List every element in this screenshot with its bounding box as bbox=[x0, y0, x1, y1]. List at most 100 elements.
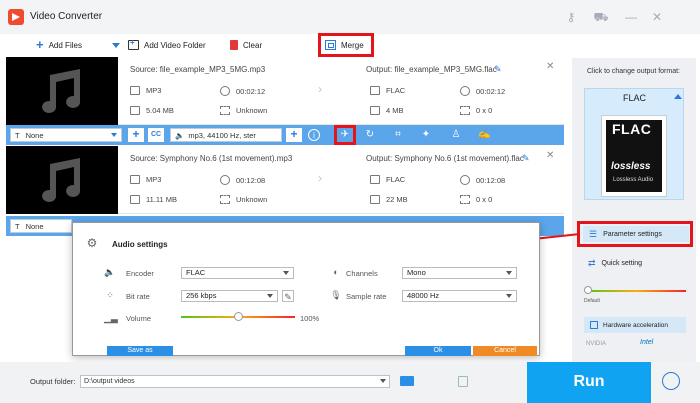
close-icon[interactable]: ✕ bbox=[648, 8, 666, 26]
samplerate-select[interactable]: 48000 Hz bbox=[402, 290, 517, 302]
text-icon: T bbox=[15, 221, 20, 231]
clock-icon bbox=[220, 175, 230, 185]
output-resolution: 0 x 0 bbox=[460, 195, 492, 204]
parameter-settings-button[interactable]: ☰ Parameter settings bbox=[583, 226, 689, 242]
watermark-icon[interactable]: ♙ bbox=[450, 129, 462, 141]
resolution-icon bbox=[220, 195, 230, 204]
add-files-button[interactable]: + Add Files bbox=[36, 38, 82, 52]
open-folder-icon[interactable] bbox=[458, 376, 468, 387]
crop-icon[interactable]: ⌗ bbox=[392, 129, 404, 141]
source-duration: 00:02:12 bbox=[220, 86, 265, 96]
subtitle-edit-icon[interactable]: ✍ bbox=[478, 129, 490, 141]
source-resolution: Unknown bbox=[220, 195, 267, 204]
remove-file-icon[interactable]: ✕ bbox=[546, 150, 554, 161]
browse-folder-icon[interactable] bbox=[400, 376, 414, 386]
intel-badge: Intel bbox=[640, 339, 654, 346]
info-icon[interactable]: i bbox=[308, 129, 320, 141]
plus-icon: + bbox=[36, 37, 44, 52]
app-logo-icon bbox=[8, 9, 24, 25]
ok-button[interactable]: Ok bbox=[405, 346, 471, 356]
add-folder-icon bbox=[128, 38, 139, 50]
minimize-icon[interactable]: — bbox=[622, 8, 640, 26]
volume-slider-thumb[interactable] bbox=[234, 312, 243, 321]
add-audio-button[interactable]: + bbox=[286, 128, 302, 142]
run-button[interactable]: Run bbox=[527, 362, 651, 403]
channels-icon: ◐ bbox=[333, 267, 339, 277]
quick-setting-button[interactable]: ⇄ Quick setting bbox=[588, 258, 642, 269]
samplerate-label: Sample rate bbox=[346, 292, 387, 301]
merge-label: Merge bbox=[341, 40, 364, 50]
edit-name-icon[interactable]: ✎ bbox=[522, 153, 530, 164]
encoder-label: Encoder bbox=[126, 269, 154, 278]
merge-icon bbox=[325, 40, 336, 50]
audio-track-value: mp3, 44100 Hz, ster bbox=[188, 130, 256, 140]
key-icon[interactable]: ⚷ bbox=[562, 8, 580, 26]
quality-slider-track[interactable] bbox=[586, 290, 686, 292]
file-item[interactable]: Source: file_example_MP3_5MG.mp3 MP3 00:… bbox=[6, 57, 564, 125]
resolution-icon bbox=[220, 106, 230, 115]
subtitle-value: None bbox=[25, 221, 44, 231]
clear-button[interactable]: Clear bbox=[230, 38, 262, 52]
bitrate-icon: ⁘ bbox=[106, 290, 114, 300]
subtitle-select[interactable]: T None bbox=[10, 219, 72, 233]
hardware-acceleration-label: Hardware acceleration bbox=[603, 321, 669, 329]
add-subtitle-button[interactable]: + bbox=[128, 128, 144, 142]
file-format-icon bbox=[370, 86, 380, 95]
nvidia-badge: NVIDIA bbox=[586, 341, 607, 347]
window-title: Video Converter bbox=[30, 11, 103, 22]
add-files-dropdown[interactable] bbox=[112, 38, 120, 52]
alarm-clock-icon[interactable] bbox=[662, 372, 680, 390]
caret-down-icon bbox=[112, 42, 120, 48]
source-resolution: Unknown bbox=[220, 106, 267, 115]
encoder-value: FLAC bbox=[186, 268, 206, 277]
file-item[interactable]: Source: Symphony No.6 (1st movement).mp3… bbox=[6, 146, 564, 214]
quick-setting-label: Quick setting bbox=[601, 260, 643, 267]
source-duration: 00:12:08 bbox=[220, 175, 265, 185]
resolution-icon bbox=[460, 106, 470, 115]
quality-slider-thumb[interactable] bbox=[584, 286, 592, 294]
chip-icon bbox=[590, 321, 598, 329]
format-hint: Click to change output format: bbox=[587, 68, 680, 75]
audio-track-select[interactable]: 🔈 mp3, 44100 Hz, ster bbox=[170, 128, 282, 142]
bitrate-select[interactable]: 256 kbps bbox=[181, 290, 278, 302]
volume-value: 100% bbox=[300, 314, 320, 323]
parameter-settings-label: Parameter settings bbox=[603, 230, 662, 238]
chevron-down-icon bbox=[111, 133, 117, 137]
rotate-icon[interactable]: ↻ bbox=[364, 129, 376, 141]
subtitle-select[interactable]: T None bbox=[10, 128, 122, 142]
output-folder-value: D:\output videos bbox=[84, 378, 135, 385]
merge-button[interactable]: Merge bbox=[325, 38, 364, 52]
channels-select[interactable]: Mono bbox=[402, 267, 517, 279]
cart-icon[interactable]: ⛟ bbox=[592, 8, 610, 26]
save-as-button[interactable]: Save as bbox=[107, 346, 173, 356]
cc-button[interactable]: CC bbox=[148, 128, 164, 142]
source-name: Source: file_example_MP3_5MG.mp3 bbox=[130, 65, 266, 74]
output-resolution: 0 x 0 bbox=[460, 106, 492, 115]
format-name: FLAC bbox=[623, 93, 647, 103]
microphone-icon: 🎙 bbox=[330, 290, 342, 300]
cancel-button[interactable]: Cancel bbox=[473, 346, 537, 356]
remove-file-icon[interactable]: ✕ bbox=[546, 61, 554, 72]
flac-logo-text: FLAC bbox=[612, 121, 652, 137]
text-icon: T bbox=[15, 130, 20, 140]
folder-icon bbox=[130, 106, 140, 115]
source-name: Source: Symphony No.6 (1st movement).mp3 bbox=[130, 154, 293, 163]
encoder-select[interactable]: FLAC bbox=[181, 267, 294, 279]
hardware-acceleration-toggle[interactable]: Hardware acceleration bbox=[584, 317, 686, 333]
sliders-icon: ☰ bbox=[589, 228, 598, 239]
edit-bitrate-icon[interactable]: ✎ bbox=[282, 290, 294, 302]
output-format: FLAC bbox=[370, 175, 405, 184]
output-folder-input[interactable]: D:\output videos bbox=[80, 375, 390, 388]
channels-value: Mono bbox=[407, 268, 426, 277]
add-video-folder-label: Add Video Folder bbox=[144, 40, 206, 50]
music-note-icon bbox=[42, 158, 81, 202]
add-video-folder-button[interactable]: Add Video Folder bbox=[128, 38, 206, 52]
effects-icon[interactable]: ✦ bbox=[420, 129, 432, 141]
dialog-title: Audio settings bbox=[112, 240, 168, 249]
audio-settings-icon[interactable]: ✈ bbox=[339, 129, 351, 141]
lossless-logo-text: lossless bbox=[611, 161, 651, 172]
samplerate-value: 48000 Hz bbox=[407, 291, 440, 300]
bitrate-value: 256 kbps bbox=[186, 291, 217, 300]
edit-name-icon[interactable]: ✎ bbox=[494, 64, 502, 75]
edit-bar: T None + CC 🔈 mp3, 44100 Hz, ster + i ✈ … bbox=[6, 125, 564, 145]
